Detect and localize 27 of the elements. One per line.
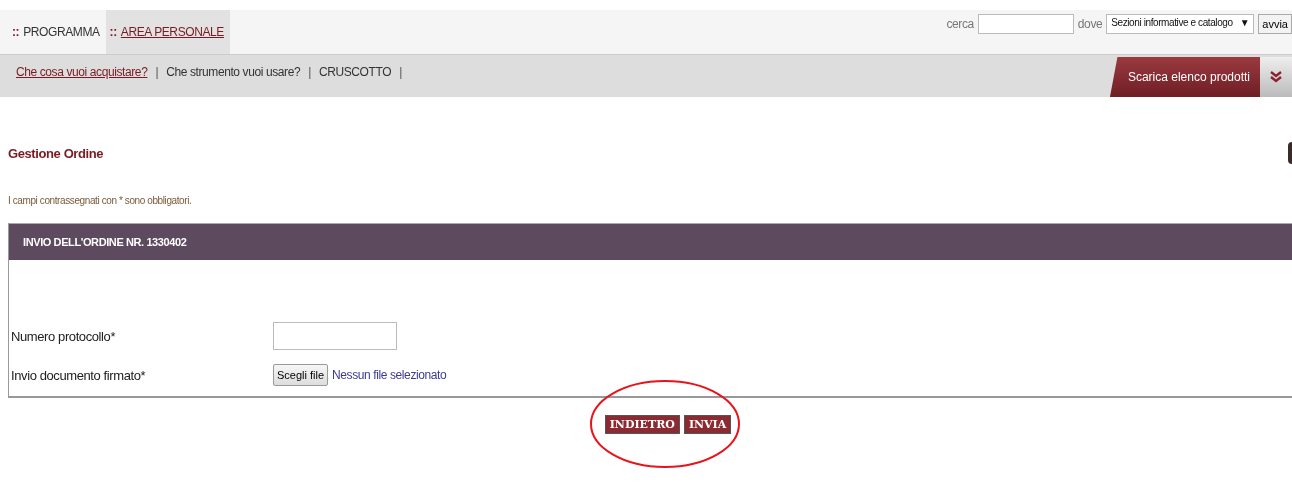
nav-link[interactable]: Che strumento vuoi usare? [166,65,301,79]
file-status: Nessun file selezionato [332,368,447,382]
search-button[interactable]: avvia [1258,14,1292,34]
download-button[interactable]: Scarica elenco prodotti [1109,57,1260,97]
required-note: I campi contrassegnati con * sono obbligatori. [7,195,193,206]
search-field[interactable] [977,14,1074,34]
field-label: Numero protocollo* [11,328,117,344]
clipped-button[interactable] [1288,142,1292,164]
nav-link[interactable]: CRUSCOTTO [318,65,392,79]
search-label: cerca [946,17,974,31]
scope-label: dove [1077,17,1103,31]
field-label: Invio documento firmato* [11,367,147,383]
choose-file-button[interactable]: Scegli file [273,364,329,386]
nav-tab[interactable]: :: AREA PERSONALE [105,10,230,54]
send-button[interactable]: INVIA [683,415,732,434]
expand-button[interactable] [1260,57,1292,97]
back-button[interactable]: INDIETRO [604,415,680,434]
double-chevron-icon [1270,71,1282,83]
separator: | [399,65,402,79]
separator: | [308,65,311,79]
scope-dropdown[interactable]: Sezioni informative e catalogo ▼ [1106,14,1255,34]
page-title: Gestione Ordine [7,145,104,161]
nav-tab[interactable]: :: PROGRAMMA [8,10,106,54]
nav-link[interactable]: Che cosa vuoi acquistare? [16,65,148,79]
separator: | [155,65,159,79]
form-header: INVIO DELL'ORDINE NR. 1330402 [9,223,1292,260]
input-field[interactable] [273,322,397,350]
